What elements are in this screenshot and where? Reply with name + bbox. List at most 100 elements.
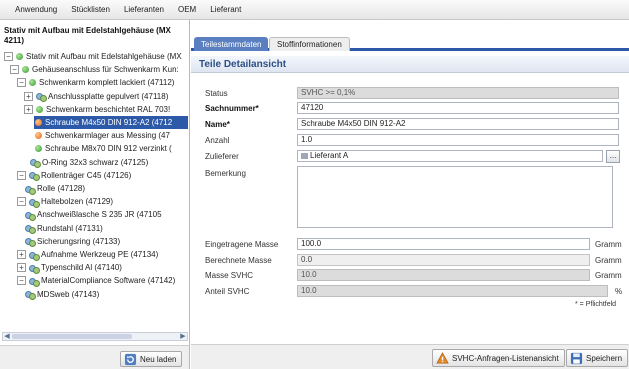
anzahl-field[interactable]: 1.0 xyxy=(297,134,619,146)
status-green-icon xyxy=(35,145,42,153)
masse-svhc-label: Masse SVHC xyxy=(205,271,254,280)
material-icon xyxy=(24,289,36,301)
required-footnote: * = Pflichtfeld xyxy=(575,301,617,308)
save-button[interactable]: Speichern xyxy=(566,349,629,367)
tree-node[interactable]: − MaterialCompliance Software (47142) xyxy=(17,274,188,287)
tree-node-label: Sicherungsring (47133) xyxy=(37,236,121,246)
scrollbar-thumb[interactable] xyxy=(12,334,132,339)
save-button-label: Speichern xyxy=(586,353,623,363)
tree-node-label: Schraube M8x70 DIN 912 verzinkt ( xyxy=(45,144,172,154)
anteil-svhc-unit: % xyxy=(615,287,623,296)
tree-node[interactable]: Schraube M4x50 DIN 912-A2 (4712 xyxy=(34,116,188,129)
menu-lieferanten[interactable]: Lieferanten xyxy=(117,5,171,14)
tree-horizontal-scrollbar[interactable]: ◀ ▶ xyxy=(2,332,188,341)
status-orange-icon xyxy=(35,132,42,140)
expand-icon[interactable]: + xyxy=(17,250,26,259)
tree-node-label: Schraube M4x50 DIN 912-A2 (4712 xyxy=(45,118,173,127)
tree-node[interactable]: MDSweb (47143) xyxy=(24,288,188,301)
anteil-svhc-field: 10.0 xyxy=(297,285,608,297)
tree-node[interactable]: + Typenschild Al (47140) xyxy=(17,261,188,274)
material-icon xyxy=(28,276,40,287)
svhc-list-button[interactable]: SVHC-Anfragen-Listenansicht xyxy=(432,349,565,367)
tab-stoffinformationen[interactable]: Stoffinformationen xyxy=(269,37,350,51)
material-icon xyxy=(28,197,40,208)
material-icon xyxy=(24,223,36,235)
material-icon xyxy=(29,157,41,169)
tree-node-label: MaterialCompliance Software (47142) xyxy=(41,276,176,286)
collapse-icon[interactable]: − xyxy=(10,65,19,75)
tree-toolbar: Neu laden xyxy=(0,345,189,369)
tree-node[interactable]: Sicherungsring (47133) xyxy=(24,235,188,248)
tree-node[interactable]: Rundstahl (47131) xyxy=(24,222,188,235)
collapse-icon[interactable]: − xyxy=(17,78,26,88)
bemerkung-label: Bemerkung xyxy=(205,169,246,178)
sachnummer-field[interactable]: 47120 xyxy=(297,102,619,114)
tree-node[interactable]: O-Ring 32x3 schwarz (47125) xyxy=(29,156,188,169)
tree-node[interactable]: Anschweißlasche S 235 JR (47105 xyxy=(24,208,188,221)
collapse-icon[interactable]: − xyxy=(17,276,26,286)
expand-icon[interactable]: + xyxy=(24,104,33,114)
material-icon xyxy=(35,91,47,103)
name-field[interactable]: Schraube M4x50 DIN 912-A2 xyxy=(297,118,619,130)
tree-node[interactable]: − Gehäuseanschluss für Schwenkarm Kun: xyxy=(10,63,188,76)
form-toolbar: SVHC-Anfragen-Listenansicht Speichern xyxy=(191,344,629,369)
tree-node[interactable]: + Anschlussplatte gepulvert (47118) xyxy=(24,90,188,103)
eingetragene-masse-label: Eingetragene Masse xyxy=(205,240,279,249)
tab-bar: Teilestammdaten Stoffinformationen xyxy=(191,34,629,51)
expand-icon[interactable]: + xyxy=(24,91,33,101)
status-orange-icon xyxy=(35,119,42,126)
tree-node[interactable]: Rolle (47128) xyxy=(24,182,188,195)
zulieferer-value: Lieferant A xyxy=(310,151,349,160)
tree-node-label: Typenschild Al (47140) xyxy=(41,263,122,273)
tree-node-label: Schwenkarm beschichtet RAL 703! xyxy=(46,104,171,114)
menu-oem[interactable]: OEM xyxy=(171,5,203,14)
tree-node-label: Rolle (47128) xyxy=(37,184,86,193)
status-label: Status xyxy=(205,89,228,98)
menu-anwendung[interactable]: Anwendung xyxy=(8,5,64,14)
tree-node-label: Anschlussplatte gepulvert (47118) xyxy=(48,91,169,101)
material-icon xyxy=(28,250,40,261)
expand-icon[interactable]: + xyxy=(17,263,26,273)
scroll-left-icon[interactable]: ◀ xyxy=(3,333,11,340)
material-icon xyxy=(24,210,36,221)
tree-node-label: Aufnahme Werkzeug PE (47134) xyxy=(41,250,159,259)
tree-node[interactable]: Schwenkarmlager aus Messing (47 xyxy=(34,129,188,142)
tree-title: Stativ mit Aufbau mit Edelstahlgehäuse (… xyxy=(4,26,171,45)
menu-stuecklisten[interactable]: Stücklisten xyxy=(64,5,117,14)
tree-node[interactable]: − Schwenkarm komplett lackiert (47112) xyxy=(17,76,188,89)
tree-node[interactable]: − Haltebolzen (47129) xyxy=(17,195,188,208)
tree-node[interactable]: − Rollenträger C45 (47126) xyxy=(17,169,188,182)
bemerkung-textarea[interactable] xyxy=(297,166,613,228)
tree-node-label: Stativ mit Aufbau mit Edelstahlgehäuse (… xyxy=(26,52,182,61)
material-icon xyxy=(28,170,40,182)
tab-teilestammdaten[interactable]: Teilestammdaten xyxy=(194,37,269,51)
eingetragene-masse-field[interactable]: 100.0 xyxy=(297,238,590,250)
status-field: SVHC >= 0,1% xyxy=(297,87,619,99)
scroll-right-icon[interactable]: ▶ xyxy=(179,333,187,340)
menu-bar: Anwendung Stücklisten Lieferanten OEM Li… xyxy=(0,0,629,20)
menu-lieferant[interactable]: Lieferant xyxy=(203,5,248,14)
material-icon xyxy=(28,263,40,274)
status-green-icon xyxy=(29,79,36,87)
tree-node[interactable]: Schraube M8x70 DIN 912 verzinkt ( xyxy=(34,142,188,155)
tree-node-label: O-Ring 32x3 schwarz (47125) xyxy=(42,157,149,167)
eingetragene-masse-unit: Gramm xyxy=(595,240,622,249)
bom-tree: − Stativ mit Aufbau mit Edelstahlgehäuse … xyxy=(0,50,190,340)
section-title: Teile Detailansicht xyxy=(191,56,629,73)
tree-node[interactable]: + Schwenkarm beschichtet RAL 703! xyxy=(24,103,188,116)
collapse-icon[interactable]: − xyxy=(17,197,26,207)
reload-icon xyxy=(124,353,137,365)
status-green-icon xyxy=(16,53,23,60)
material-icon xyxy=(24,236,36,248)
tree-node[interactable]: − Stativ mit Aufbau mit Edelstahlgehäuse … xyxy=(4,50,188,63)
sachnummer-label: Sachnummer* xyxy=(205,104,259,113)
zulieferer-lookup-button[interactable]: ... xyxy=(606,150,620,163)
tree-node-label: Schwenkarm komplett lackiert (47112) xyxy=(39,78,175,88)
reload-button-label: Neu laden xyxy=(140,354,177,364)
collapse-icon[interactable]: − xyxy=(4,52,13,61)
zulieferer-field[interactable]: Lieferant A xyxy=(297,150,603,162)
collapse-icon[interactable]: − xyxy=(17,170,26,180)
reload-button[interactable]: Neu laden xyxy=(120,351,183,367)
name-label: Name* xyxy=(205,120,230,129)
tree-node[interactable]: + Aufnahme Werkzeug PE (47134) xyxy=(17,248,188,261)
